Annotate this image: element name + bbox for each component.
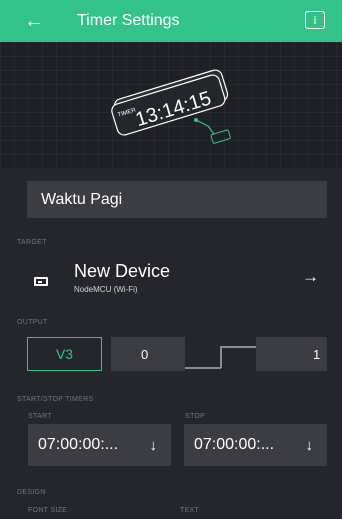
back-arrow-icon[interactable]: ← (22, 9, 46, 33)
output-max-input[interactable]: 1 (256, 337, 327, 371)
device-model: NodeMCU (Wi-Fi) (74, 285, 138, 294)
info-icon[interactable]: i (305, 11, 325, 29)
pin-selector-button[interactable]: V3 (27, 337, 102, 371)
stop-time-value: 07:00:00:... (194, 436, 275, 453)
timer-widget-illustration: TIMER 13:14:15 (111, 69, 231, 144)
start-time-dropdown[interactable]: 07:00:00:... ↓ (28, 424, 171, 466)
font-size-label: FONT SIZE (28, 507, 68, 514)
start-label: START (28, 413, 52, 420)
timers-section-label: START/STOP TIMERS (17, 396, 94, 403)
start-time-value: 07:00:00:... (38, 436, 119, 453)
arrow-right-icon: → (302, 267, 319, 286)
design-section-label: DESIGN (17, 489, 46, 496)
output-min-input[interactable]: 0 (111, 337, 185, 371)
stop-time-dropdown[interactable]: 07:00:00:... ↓ (184, 424, 327, 466)
device-name: New Device (74, 261, 171, 281)
arrow-down-icon: ↓ (149, 436, 158, 454)
output-section-label: OUTPUT (17, 319, 48, 326)
app-header: ← Timer Settings i (0, 0, 342, 42)
range-line-step (220, 346, 222, 368)
timer-name-input[interactable]: Waktu Pagi (27, 181, 327, 218)
stop-label: STOP (185, 413, 206, 420)
target-device-row[interactable]: New Device NodeMCU (Wi-Fi) → (0, 255, 342, 305)
page-title: Timer Settings (77, 12, 180, 29)
device-icon (34, 277, 48, 286)
target-section-label: TARGET (17, 239, 47, 246)
arrow-down-icon: ↓ (305, 436, 314, 454)
text-label: TEXT (180, 507, 200, 514)
range-line-low (185, 367, 221, 369)
range-line-high (220, 346, 256, 348)
timer-illustration: TIMER 13:14:15 (0, 42, 342, 168)
